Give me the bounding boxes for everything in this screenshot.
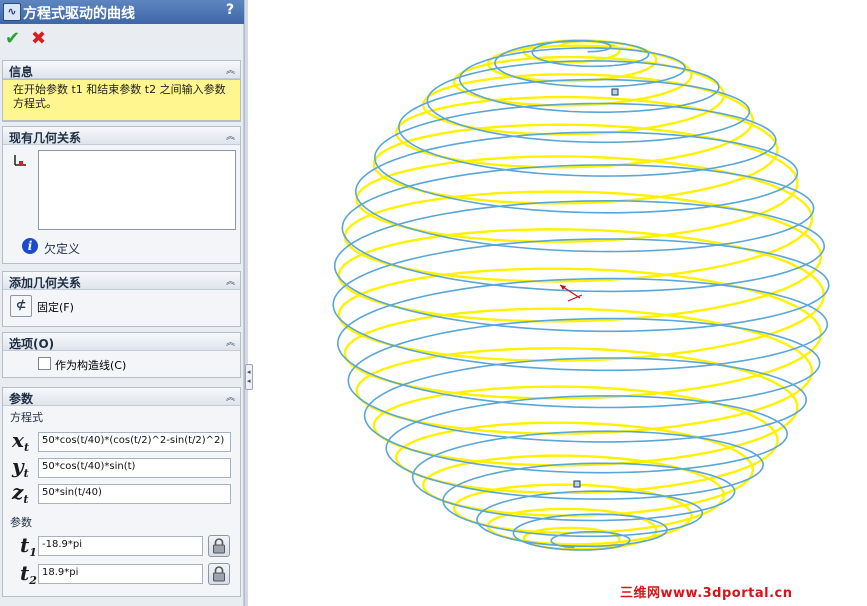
construction-label: 作为构造线(C) (55, 359, 127, 372)
collapse-icon[interactable]: ︽ (226, 63, 235, 76)
panel-title: 方程式驱动的曲线 (23, 6, 135, 22)
lock-icon (213, 538, 225, 554)
parameters-label: 参数 (9, 392, 34, 406)
options-label: 选项(O) (9, 337, 55, 351)
t1-variable-label: t1 (20, 533, 37, 559)
y-variable-label: yt (12, 454, 29, 480)
help-button[interactable]: ? (222, 2, 238, 20)
add-relations-header[interactable]: 添加几何关系 ︽ (3, 272, 240, 290)
equation-label: 方程式 (10, 411, 43, 424)
options-header[interactable]: 选项(O) ︽ (3, 333, 240, 351)
parameters-header[interactable]: 参数 ︽ (3, 388, 240, 406)
collapse-icon[interactable]: ︽ (226, 274, 235, 287)
x-equation-field[interactable]: 50*cos(t/40)*(cos(t/2)^2-sin(t/2)^2) (38, 432, 231, 452)
watermark-text: 三维网www.3dportal.cn (620, 586, 793, 601)
action-row: ✔ ✖ (0, 26, 244, 54)
panel-title-bar: ∿ 方程式驱动的曲线 ? (0, 0, 244, 24)
x-variable-label: xt (12, 428, 30, 454)
curve-end-point[interactable] (573, 480, 581, 488)
t1-field[interactable]: -18.9*pi (38, 536, 203, 556)
z-equation-field[interactable]: 50*sin(t/40) (38, 484, 231, 504)
curve-start-point[interactable] (611, 88, 619, 96)
relations-list[interactable] (38, 150, 236, 230)
relation-icon (14, 155, 26, 166)
info-header-label: 信息 (9, 65, 34, 79)
t2-field[interactable]: 18.9*pi (38, 564, 203, 584)
t1-lock-button[interactable] (208, 535, 230, 557)
info-message: 在开始参数 t1 和结束参数 t2 之间输入参数方程式。 (2, 79, 241, 121)
info-icon: i (22, 238, 38, 254)
info-section-header[interactable]: 信息 ︽ (3, 61, 240, 79)
parameter-label: 参数 (10, 516, 32, 529)
cross-icon[interactable]: ✖ (31, 28, 46, 49)
t2-variable-label: t2 (20, 561, 37, 587)
status-under-defined: 欠定义 (44, 242, 81, 256)
z-variable-label: zt (12, 480, 29, 506)
lock-icon (213, 566, 225, 582)
collapse-icon[interactable]: ︽ (226, 129, 235, 142)
y-equation-field[interactable]: 50*cos(t/40)*sin(t) (38, 458, 231, 478)
fix-relation-label: 固定(F) (37, 301, 74, 314)
collapse-icon[interactable]: ︽ (226, 335, 235, 348)
property-manager-panel: ∿ 方程式驱动的曲线 ? ✔ ✖ 信息 ︽ 在开始参数 t1 和结束参数 t2 … (0, 0, 244, 606)
collapse-icon[interactable]: ︽ (226, 390, 235, 403)
origin-icon (559, 284, 583, 302)
fix-relation-button[interactable]: ⊄ (10, 295, 32, 317)
t2-lock-button[interactable] (208, 563, 230, 585)
add-relations-label: 添加几何关系 (9, 276, 82, 290)
checkmark-icon[interactable]: ✔ (5, 28, 20, 49)
existing-relations-header[interactable]: 现有几何关系 ︽ (3, 127, 240, 145)
panel-splitter[interactable] (244, 0, 248, 606)
graphics-viewport[interactable] (250, 0, 867, 606)
construction-checkbox[interactable] (38, 357, 51, 370)
existing-relations-label: 现有几何关系 (9, 131, 82, 145)
equation-curve-icon: ∿ (3, 3, 21, 21)
